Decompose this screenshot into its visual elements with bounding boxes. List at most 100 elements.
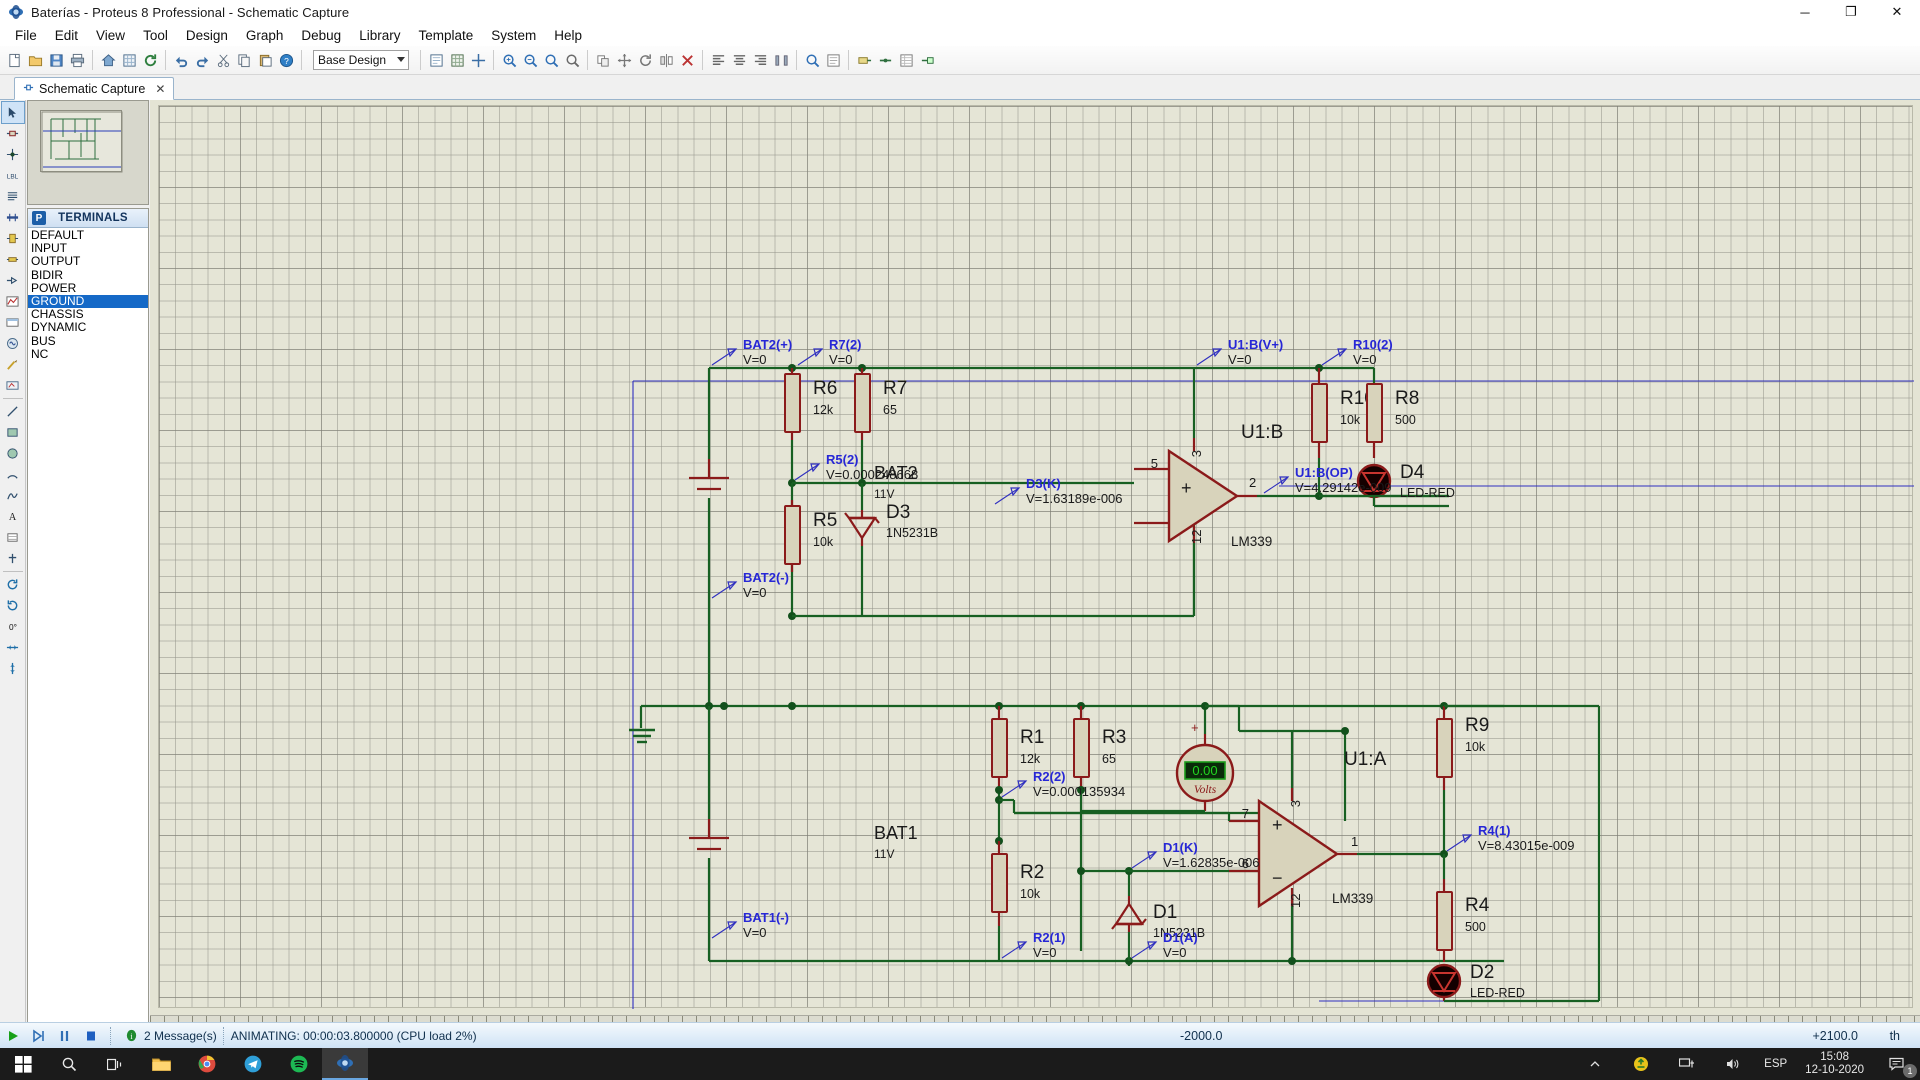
menu-file[interactable]: File — [6, 26, 46, 45]
bom-icon[interactable] — [896, 49, 916, 71]
search-icon[interactable] — [46, 1048, 92, 1080]
list-item-bus[interactable]: BUS — [28, 334, 148, 348]
rotate-cw-icon[interactable] — [2, 574, 24, 595]
file-explorer-icon[interactable] — [138, 1048, 184, 1080]
symbol-icon[interactable] — [2, 527, 24, 548]
rotation-angle-field[interactable]: 0° — [2, 616, 24, 637]
search-icon[interactable] — [802, 49, 822, 71]
current-probe-icon[interactable] — [2, 375, 24, 396]
grid-icon[interactable] — [447, 49, 467, 71]
language-indicator[interactable]: ESP — [1756, 1058, 1795, 1070]
line-icon[interactable] — [2, 401, 24, 422]
subcircuit-icon[interactable] — [2, 228, 24, 249]
wire-label-icon[interactable] — [854, 49, 874, 71]
menu-debug[interactable]: Debug — [292, 26, 350, 45]
notifications-icon[interactable]: 1 — [1874, 1048, 1920, 1080]
component-mode-icon[interactable] — [2, 123, 24, 144]
tab-schematic-capture[interactable]: Schematic Capture ✕ — [14, 77, 175, 100]
menu-template[interactable]: Template — [409, 26, 482, 45]
path-icon[interactable] — [2, 485, 24, 506]
network-icon[interactable] — [1664, 1048, 1710, 1080]
rotate-block-icon[interactable] — [635, 49, 655, 71]
junction-dot-icon[interactable] — [2, 144, 24, 165]
home-icon[interactable] — [98, 49, 118, 71]
voltage-probe-icon[interactable] — [2, 354, 24, 375]
mirror-y-icon[interactable] — [2, 658, 24, 679]
pick-device-icon[interactable]: P — [32, 211, 46, 225]
generator-icon[interactable] — [2, 333, 24, 354]
zoom-in-icon[interactable] — [520, 49, 540, 71]
chevron-up-icon[interactable] — [1572, 1048, 1618, 1080]
list-item-power[interactable]: POWER — [28, 281, 148, 295]
mirror-x-icon[interactable] — [2, 637, 24, 658]
design-selector[interactable]: Base Design — [313, 50, 409, 70]
volume-icon[interactable] — [1710, 1048, 1756, 1080]
schematic-canvas[interactable]: .w{stroke:#176022;stroke-width:2.2;fill:… — [150, 100, 1920, 1015]
undo-icon[interactable] — [171, 49, 191, 71]
list-item-output[interactable]: OUTPUT — [28, 255, 148, 268]
update-icon[interactable] — [1618, 1048, 1664, 1080]
pause-icon[interactable] — [52, 1025, 78, 1047]
property-icon[interactable] — [823, 49, 843, 71]
spotify-icon[interactable] — [276, 1048, 322, 1080]
copy-icon[interactable] — [234, 49, 254, 71]
delete-block-icon[interactable] — [677, 49, 697, 71]
menu-library[interactable]: Library — [350, 26, 409, 45]
save-icon[interactable] — [46, 49, 66, 71]
help-icon[interactable]: ? — [276, 49, 296, 71]
sheet-icon[interactable] — [426, 49, 446, 71]
arc-icon[interactable] — [2, 464, 24, 485]
messages-info-icon[interactable]: i — [118, 1025, 144, 1047]
refresh-icon[interactable] — [140, 49, 160, 71]
align-right-icon[interactable] — [750, 49, 770, 71]
net-icon[interactable] — [875, 49, 895, 71]
tab-close-icon[interactable]: ✕ — [155, 82, 165, 96]
terminal-icon[interactable] — [917, 49, 937, 71]
mirror-block-icon[interactable] — [656, 49, 676, 71]
stop-icon[interactable] — [78, 1025, 104, 1047]
move-block-icon[interactable] — [614, 49, 634, 71]
wire-label-mode-icon[interactable]: LBL — [2, 165, 24, 186]
distribute-icon[interactable] — [771, 49, 791, 71]
text-script-icon[interactable] — [2, 186, 24, 207]
align-center-icon[interactable] — [729, 49, 749, 71]
task-view-icon[interactable] — [92, 1048, 138, 1080]
list-item-dynamic[interactable]: DYNAMIC — [28, 321, 148, 334]
chrome-icon[interactable] — [184, 1048, 230, 1080]
menu-view[interactable]: View — [87, 26, 134, 45]
proteus-taskbar-icon[interactable] — [322, 1048, 368, 1080]
box-icon[interactable] — [2, 422, 24, 443]
list-item-bidir[interactable]: BIDIR — [28, 268, 148, 282]
align-left-icon[interactable] — [708, 49, 728, 71]
zoom-area-icon[interactable] — [562, 49, 582, 71]
menu-tool[interactable]: Tool — [134, 26, 177, 45]
play-icon[interactable] — [0, 1025, 26, 1047]
close-button[interactable]: ✕ — [1874, 0, 1920, 24]
list-item-nc[interactable]: NC — [28, 347, 148, 361]
schematic-sheet[interactable]: .w{stroke:#176022;stroke-width:2.2;fill:… — [158, 105, 1914, 1009]
text-icon[interactable]: A — [2, 506, 24, 527]
menu-graph[interactable]: Graph — [237, 26, 293, 45]
device-pin-icon[interactable] — [2, 270, 24, 291]
terminals-mode-icon[interactable] — [2, 249, 24, 270]
open-folder-icon[interactable] — [25, 49, 45, 71]
menu-help[interactable]: Help — [545, 26, 591, 45]
step-icon[interactable] — [26, 1025, 52, 1047]
print-icon[interactable] — [67, 49, 87, 71]
zoom-out-icon[interactable] — [541, 49, 561, 71]
messages-count[interactable]: 2 Message(s) — [144, 1029, 217, 1043]
cut-icon[interactable] — [213, 49, 233, 71]
copy-block-icon[interactable] — [593, 49, 613, 71]
maximize-button[interactable]: ❐ — [1828, 0, 1874, 24]
new-file-icon[interactable] — [4, 49, 24, 71]
circle-icon[interactable] — [2, 443, 24, 464]
zoom-sheet-icon[interactable] — [119, 49, 139, 71]
rotate-ccw-icon[interactable] — [2, 595, 24, 616]
telegram-icon[interactable] — [230, 1048, 276, 1080]
windows-start-icon[interactable] — [0, 1048, 46, 1080]
clock[interactable]: 15:08 12-10-2020 — [1795, 1051, 1874, 1077]
tape-recorder-icon[interactable] — [2, 312, 24, 333]
selection-mode-icon[interactable] — [0, 101, 25, 124]
menu-edit[interactable]: Edit — [46, 26, 87, 45]
menu-system[interactable]: System — [482, 26, 545, 45]
